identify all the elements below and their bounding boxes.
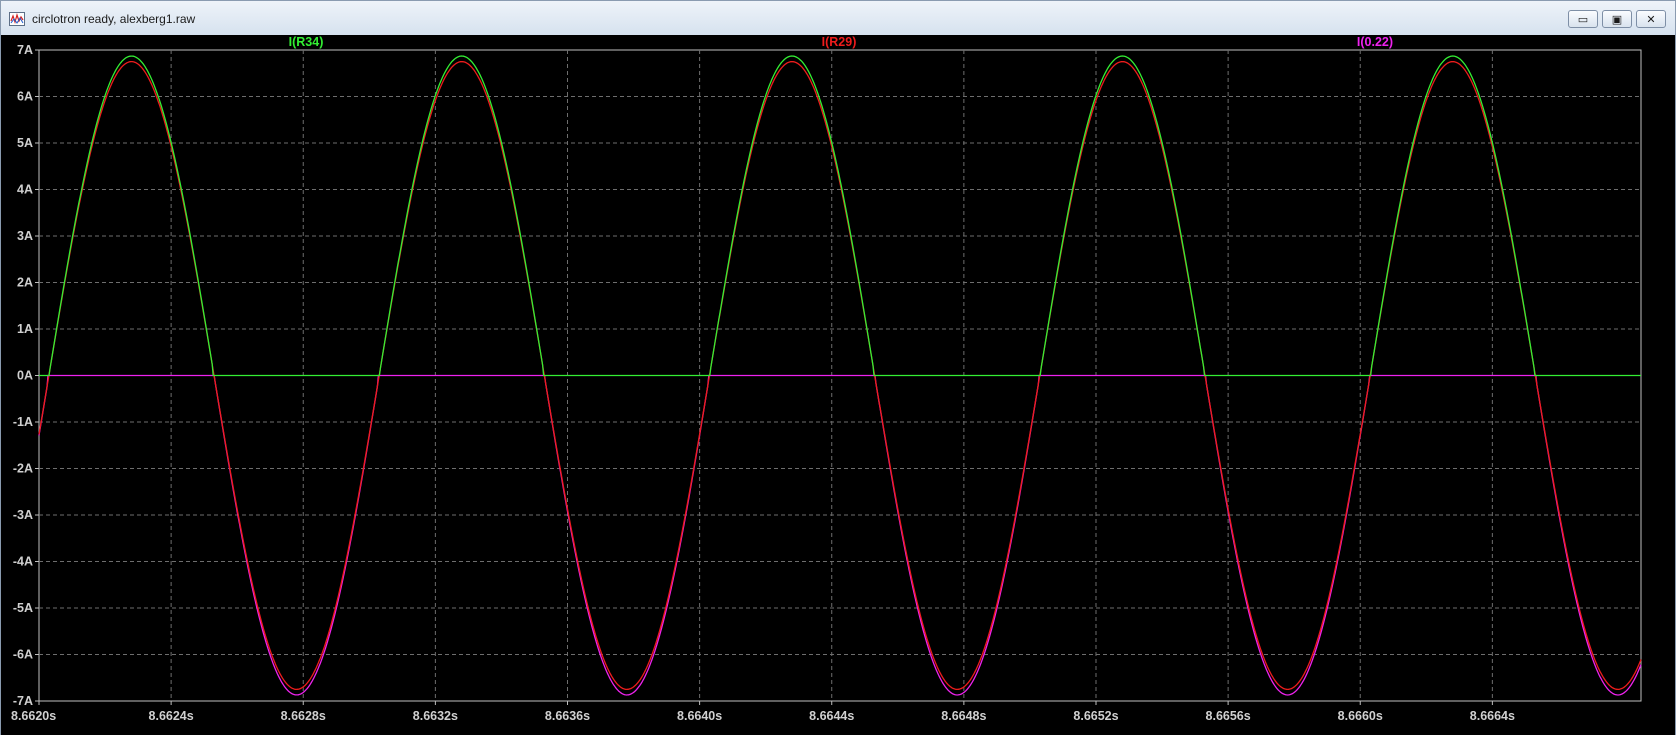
window-title: circlotron ready, alexberg1.raw (32, 12, 196, 26)
series-line-i-r34- (39, 55, 1641, 377)
x-tick-label: 8.6628s (281, 709, 326, 723)
waveform-app-icon (9, 12, 25, 26)
x-tick-label: 8.6624s (149, 709, 194, 723)
x-tick-label: 8.6644s (809, 709, 854, 723)
close-icon: ✕ (1646, 12, 1656, 26)
x-tick-label: 8.6640s (677, 709, 722, 723)
legend-label: I(R34) (289, 35, 324, 49)
series-line-i-0-22- (38, 374, 1642, 696)
app-window: circlotron ready, alexberg1.raw ▭ ▣ ✕ 7A… (0, 0, 1676, 735)
y-tick-label: -6A (13, 648, 33, 662)
x-tick-label: 8.6648s (941, 709, 986, 723)
y-tick-label: 3A (17, 229, 33, 243)
y-tick-label: -2A (13, 462, 33, 476)
x-tick-label: 8.6632s (413, 709, 458, 723)
y-tick-label: -1A (13, 415, 33, 429)
minimize-icon: ▭ (1577, 12, 1589, 26)
x-tick-label: 8.6620s (11, 709, 56, 723)
x-tick-label: 8.6636s (545, 709, 590, 723)
legend-label: I(R29) (822, 35, 857, 49)
waveform-plot[interactable]: 7A6A5A4A3A2A1A0A-1A-2A-3A-4A-5A-6A-7A8.6… (1, 35, 1675, 735)
y-tick-label: -4A (13, 555, 33, 569)
y-tick-label: -7A (13, 694, 33, 708)
x-tick-label: 8.6656s (1206, 709, 1251, 723)
maximize-button[interactable]: ▣ (1602, 10, 1632, 28)
plot-area[interactable]: 7A 6A 5A 4A 3A 2A 1A 0A -1A -2A -3A -4A -5A -6A -7A 8.6… (1, 35, 1675, 735)
y-tick-label: 5A (17, 136, 33, 150)
x-tick-label: 8.6652s (1073, 709, 1118, 723)
legend-label: I(0.22) (1357, 35, 1393, 49)
minimize-button[interactable]: ▭ (1568, 10, 1598, 28)
maximize-icon: ▣ (1611, 12, 1623, 26)
y-tick-label: 2A (17, 276, 33, 290)
x-tick-label: 8.6660s (1338, 709, 1383, 723)
y-tick-label: 1A (17, 322, 33, 336)
y-tick-label: 0A (17, 369, 33, 383)
y-tick-label: -3A (13, 508, 33, 522)
y-tick-label: 4A (17, 183, 33, 197)
y-tick-label: 7A (17, 43, 33, 57)
y-tick-label: -5A (13, 601, 33, 615)
close-button[interactable]: ✕ (1636, 10, 1666, 28)
x-tick-label: 8.6664s (1470, 709, 1515, 723)
y-tick-label: 6A (17, 90, 33, 104)
title-bar[interactable]: circlotron ready, alexberg1.raw ▭ ▣ ✕ (1, 1, 1675, 35)
